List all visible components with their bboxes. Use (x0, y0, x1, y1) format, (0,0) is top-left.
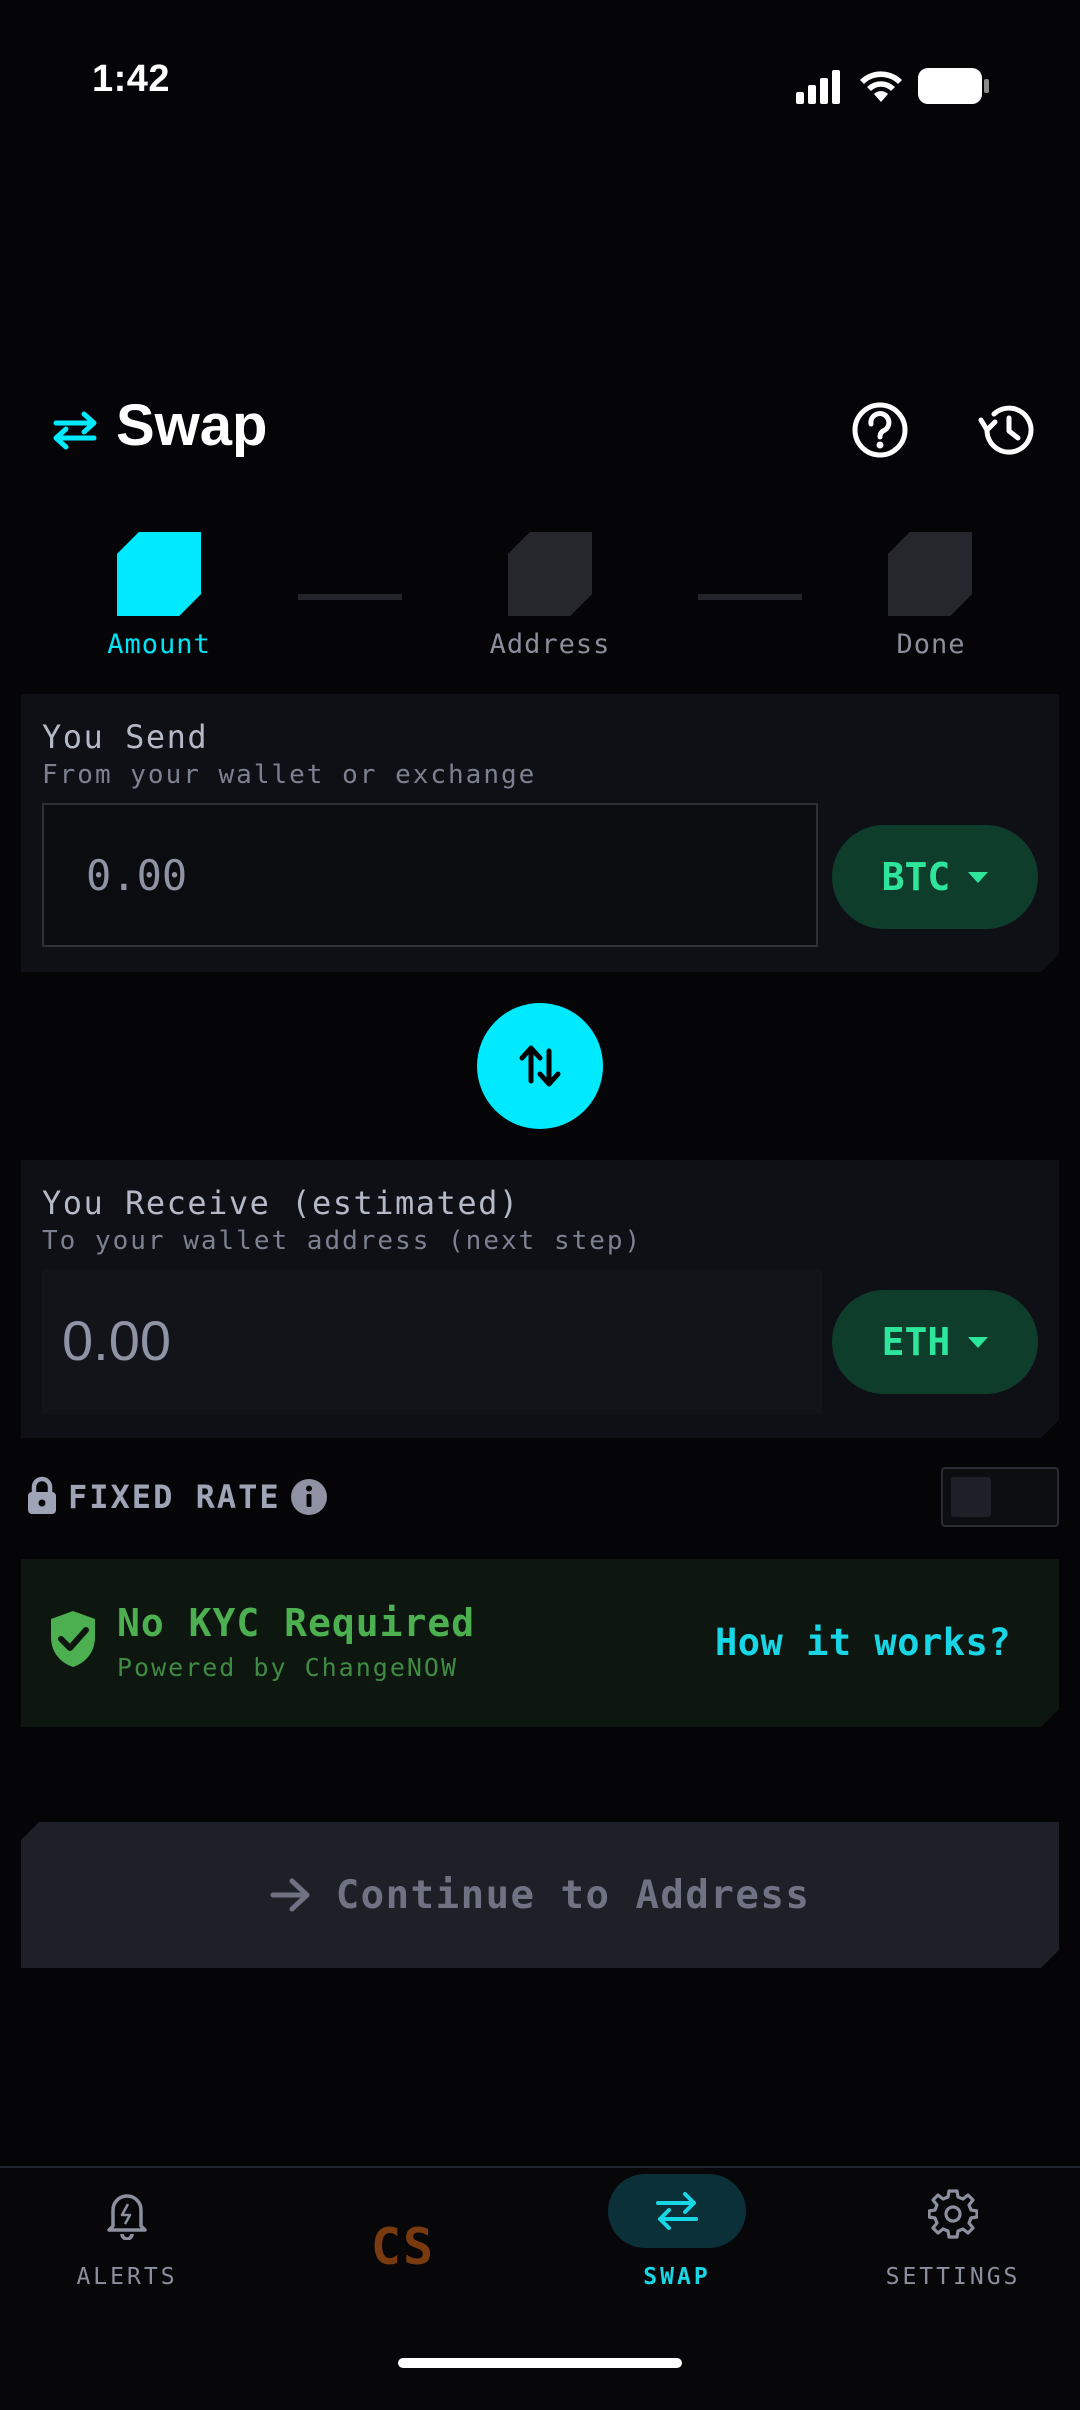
history-button[interactable] (975, 398, 1039, 462)
gear-icon (928, 2189, 978, 2239)
fixed-rate-label: FIXED RATE (68, 1478, 281, 1516)
send-currency-select[interactable]: BTC (832, 825, 1038, 929)
lock-icon (28, 1476, 56, 1514)
fixed-rate-info-button[interactable] (290, 1478, 328, 1516)
nav-swap-label: SWAP (643, 2264, 711, 2290)
receive-title: You Receive (estimated) (42, 1184, 520, 1222)
nav-cs[interactable]: CS (303, 2168, 503, 2318)
step-amount-label: Amount (107, 629, 211, 660)
nav-settings-label: SETTINGS (885, 2264, 1021, 2290)
receive-subtitle: To your wallet address (next step) (42, 1226, 643, 1256)
swap-arrows-icon (656, 2192, 698, 2230)
swap-arrows-icon (53, 411, 97, 450)
receive-amount-field: 0.00 (42, 1270, 822, 1414)
nav-settings[interactable]: SETTINGS (853, 2168, 1053, 2318)
chevron-down-icon (968, 871, 989, 883)
help-button[interactable] (850, 400, 910, 460)
wifi-icon (860, 71, 902, 102)
chevron-down-icon (968, 1336, 989, 1348)
send-title: You Send (42, 718, 209, 756)
fixed-rate-toggle[interactable] (941, 1467, 1059, 1527)
step-amount-marker (117, 532, 201, 616)
step-connector (298, 594, 402, 600)
shield-check-icon (47, 1609, 99, 1669)
cellular-signal-icon (796, 70, 840, 104)
send-currency-label: BTC (881, 855, 951, 899)
status-time: 1:42 (92, 58, 171, 100)
step-done-marker (888, 532, 972, 616)
step-done-label: Done (896, 629, 966, 660)
history-icon (978, 405, 1034, 455)
info-icon (291, 1479, 327, 1515)
nav-swap[interactable]: SWAP (577, 2168, 777, 2318)
step-address-marker (508, 532, 592, 616)
how-it-works-link[interactable]: How it works? (715, 1621, 1011, 1664)
continue-label: Continue to Address (335, 1872, 811, 1918)
kyc-banner: No KYC Required Powered by ChangeNOW How… (21, 1559, 1059, 1727)
home-indicator (398, 2358, 682, 2368)
cs-logo: CS (370, 2218, 436, 2276)
help-circle-icon (852, 402, 908, 458)
send-amount-input[interactable]: 0.00 (42, 803, 818, 947)
nav-alerts[interactable]: ALERTS (27, 2168, 227, 2318)
page-title: Swap (116, 393, 268, 458)
step-connector (698, 594, 802, 600)
toggle-knob (951, 1477, 991, 1517)
bottom-nav: ALERTS CS SWAP SETTINGS (0, 2166, 1080, 2410)
bell-icon (107, 2194, 147, 2240)
send-subtitle: From your wallet or exchange (42, 760, 537, 790)
receive-amount-value: 0.00 (62, 1309, 171, 1372)
kyc-title: No KYC Required (117, 1601, 476, 1645)
swap-vertical-icon (519, 1045, 561, 1087)
step-address-label: Address (489, 629, 611, 660)
send-amount-placeholder: 0.00 (86, 851, 188, 900)
kyc-subtitle: Powered by ChangeNOW (117, 1653, 459, 1682)
receive-currency-label: ETH (881, 1320, 951, 1364)
arrow-right-icon (270, 1877, 312, 1913)
swap-direction-button[interactable] (477, 1003, 603, 1129)
receive-currency-select[interactable]: ETH (832, 1290, 1038, 1394)
battery-icon (918, 68, 989, 104)
nav-alerts-label: ALERTS (76, 2264, 178, 2290)
continue-button[interactable]: Continue to Address (21, 1822, 1059, 1968)
